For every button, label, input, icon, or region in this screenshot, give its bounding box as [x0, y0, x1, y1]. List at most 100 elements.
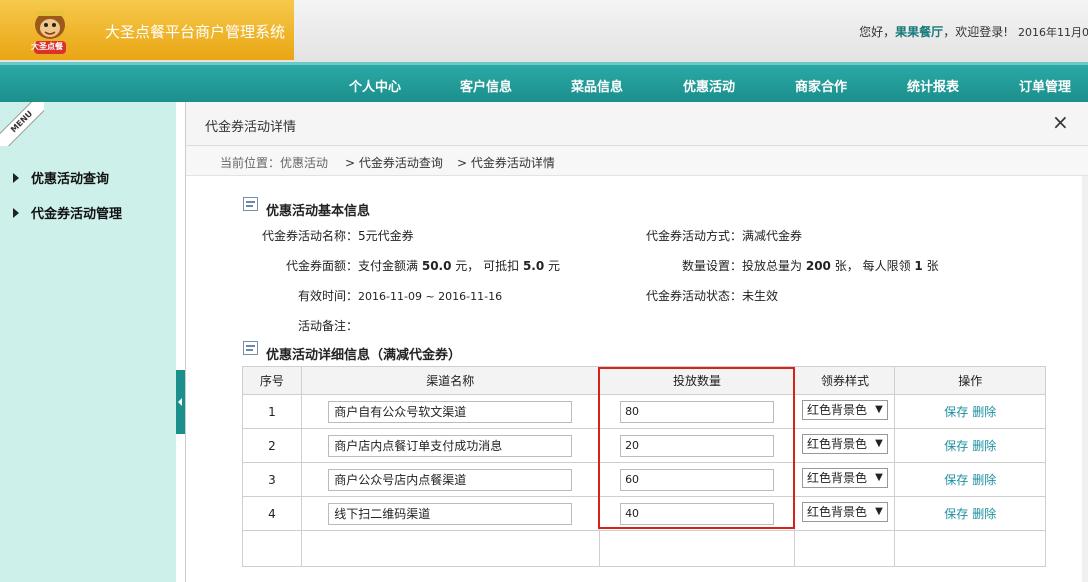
- nav-item-order-management[interactable]: 订单管理: [1019, 76, 1071, 95]
- quantity-cell: [598, 428, 796, 463]
- remark-label: 活动备注：: [298, 319, 359, 333]
- voucher-name-row: 代金券活动名称：5元代金券: [262, 227, 414, 244]
- column-header-quantity: 投放数量: [598, 366, 796, 395]
- empty-cell: [598, 530, 796, 567]
- quantity-label: 数量设置：: [682, 259, 743, 273]
- face-text-2: 元， 可抵扣: [455, 259, 520, 273]
- style-select[interactable]: 红色背景色 ▼: [801, 468, 888, 488]
- save-link[interactable]: 保存: [944, 405, 968, 419]
- valid-time-label: 有效时间：: [298, 289, 359, 303]
- quantity-input[interactable]: [620, 400, 775, 423]
- table-row: 3 红色背景色▼ 保存删除: [242, 462, 1046, 497]
- style-select[interactable]: 红色背景色 ▼: [801, 502, 888, 522]
- delete-link[interactable]: 删除: [972, 439, 996, 453]
- breadcrumb: 当前位置：优惠活动 > 代金券活动查询 > 代金券活动详情: [186, 146, 1088, 176]
- delete-link[interactable]: 删除: [972, 405, 996, 419]
- channel-name-input[interactable]: [328, 434, 573, 457]
- style-select[interactable]: 红色背景色 ▼: [801, 434, 888, 454]
- quantity-input[interactable]: [620, 502, 775, 525]
- table-row: 2 红色背景色▼ 保存删除: [242, 428, 1046, 463]
- nav-item-customer-info[interactable]: 客户信息: [460, 76, 512, 95]
- current-date: 2016年11月09: [1018, 26, 1088, 39]
- actions-cell: 保存 删除: [894, 462, 1046, 497]
- dropdown-arrow-icon: ▼: [870, 435, 887, 453]
- row-number: 3: [242, 462, 302, 497]
- channel-cell: [300, 428, 600, 463]
- header: 大圣点餐 大圣点餐平台商户管理系统 您好，果果餐厅，欢迎登录! 2016年11月…: [0, 0, 1088, 62]
- menu-label: MENU: [0, 102, 44, 146]
- empty-cell: [242, 530, 302, 567]
- breadcrumb-item-voucher-query[interactable]: > 代金券活动查询: [345, 154, 443, 171]
- dropdown-arrow-icon: ▼: [870, 469, 887, 487]
- channel-cell: [300, 462, 600, 497]
- face-value-row: 代金券面额：支付金额满 50.0 元， 可抵扣 5.0 元: [286, 257, 560, 274]
- brand-title: 大圣点餐平台商户管理系统: [105, 23, 286, 41]
- sidebar-item-promotion-query[interactable]: 优惠活动查询: [13, 168, 109, 187]
- quantity-input[interactable]: [620, 434, 775, 457]
- status-value: 未生效: [742, 289, 779, 303]
- sidebar-collapse-tab[interactable]: [176, 370, 185, 434]
- quantity-limit: 1: [914, 259, 923, 273]
- channel-name-input[interactable]: [328, 502, 573, 525]
- row-number: 1: [242, 394, 302, 429]
- column-header-style: 领券样式: [794, 366, 896, 395]
- voucher-mode-value: 满减代金券: [742, 229, 803, 243]
- nav-item-promotions[interactable]: 优惠活动: [683, 76, 735, 95]
- nav-item-statistics[interactable]: 统计报表: [907, 76, 959, 95]
- empty-cell: [300, 530, 600, 567]
- row-number: 2: [242, 428, 302, 463]
- welcome-text: 您好，果果餐厅，欢迎登录!: [859, 23, 1008, 40]
- channel-cell: [300, 394, 600, 429]
- save-link[interactable]: 保存: [944, 473, 968, 487]
- face-amount: 50.0: [421, 259, 452, 273]
- close-icon[interactable]: ×: [1052, 112, 1069, 132]
- actions-cell: 保存 删除: [894, 394, 1046, 429]
- empty-cell: [894, 530, 1046, 567]
- panel-title: 代金券活动详情: [205, 120, 297, 135]
- caret-right-icon: [13, 208, 19, 218]
- delete-link[interactable]: 删除: [972, 507, 996, 521]
- vertical-scrollbar[interactable]: [1082, 176, 1088, 582]
- style-cell: 红色背景色 ▼: [794, 394, 896, 429]
- top-nav: 个人中心 客户信息 菜品信息 优惠活动 商家合作 统计报表 订单管理: [0, 62, 1088, 102]
- style-cell: 红色背景色 ▼: [794, 496, 896, 531]
- status-row: 代金券活动状态：未生效: [646, 287, 778, 304]
- style-select-value: 红色背景色: [806, 403, 867, 417]
- table-row: 4 红色背景色▼ 保存删除: [242, 496, 1046, 531]
- style-select[interactable]: 红色背景色 ▼: [801, 400, 888, 420]
- nav-item-merchant-cooperation[interactable]: 商家合作: [795, 76, 847, 95]
- voucher-name-value: 5元代金券: [358, 229, 414, 243]
- nav-item-personal-center[interactable]: 个人中心: [349, 76, 401, 95]
- save-link[interactable]: 保存: [944, 507, 968, 521]
- channel-name-input[interactable]: [328, 400, 573, 423]
- menu-toggle[interactable]: MENU: [0, 102, 44, 146]
- document-icon: [243, 341, 258, 355]
- style-select-value: 红色背景色: [806, 471, 867, 485]
- voucher-name-label: 代金券活动名称：: [262, 229, 359, 243]
- section-title-basic: 优惠活动基本信息: [266, 204, 371, 219]
- quantity-cell: [598, 394, 796, 429]
- quantity-text-2: 张， 每人限领: [834, 259, 911, 273]
- quantity-text-1: 投放总量为: [742, 259, 803, 273]
- channel-name-input[interactable]: [328, 468, 573, 491]
- face-value-label: 代金券面额：: [286, 259, 359, 273]
- face-text-3: 元: [548, 259, 561, 273]
- empty-cell: [794, 530, 896, 567]
- style-select-value: 红色背景色: [806, 505, 867, 519]
- quantity-cell: [598, 462, 796, 497]
- nav-item-dish-info[interactable]: 菜品信息: [571, 76, 623, 95]
- style-cell: 红色背景色 ▼: [794, 428, 896, 463]
- breadcrumb-item-location: 当前位置：优惠活动: [220, 156, 329, 170]
- sidebar-item-voucher-management[interactable]: 代金券活动管理: [13, 203, 122, 222]
- quantity-input[interactable]: [620, 468, 775, 491]
- sidebar-item-label: 优惠活动查询: [31, 172, 110, 187]
- caret-right-icon: [13, 173, 19, 183]
- brand-area: 大圣点餐 大圣点餐平台商户管理系统: [0, 0, 294, 60]
- voucher-mode-row: 代金券活动方式：满减代金券: [646, 227, 802, 244]
- chevron-left-icon: [178, 398, 182, 406]
- face-text-1: 支付金额满: [358, 259, 419, 273]
- welcome-prefix: 您好，: [859, 25, 896, 39]
- delete-link[interactable]: 删除: [972, 473, 996, 487]
- style-select-value: 红色背景色: [806, 437, 867, 451]
- save-link[interactable]: 保存: [944, 439, 968, 453]
